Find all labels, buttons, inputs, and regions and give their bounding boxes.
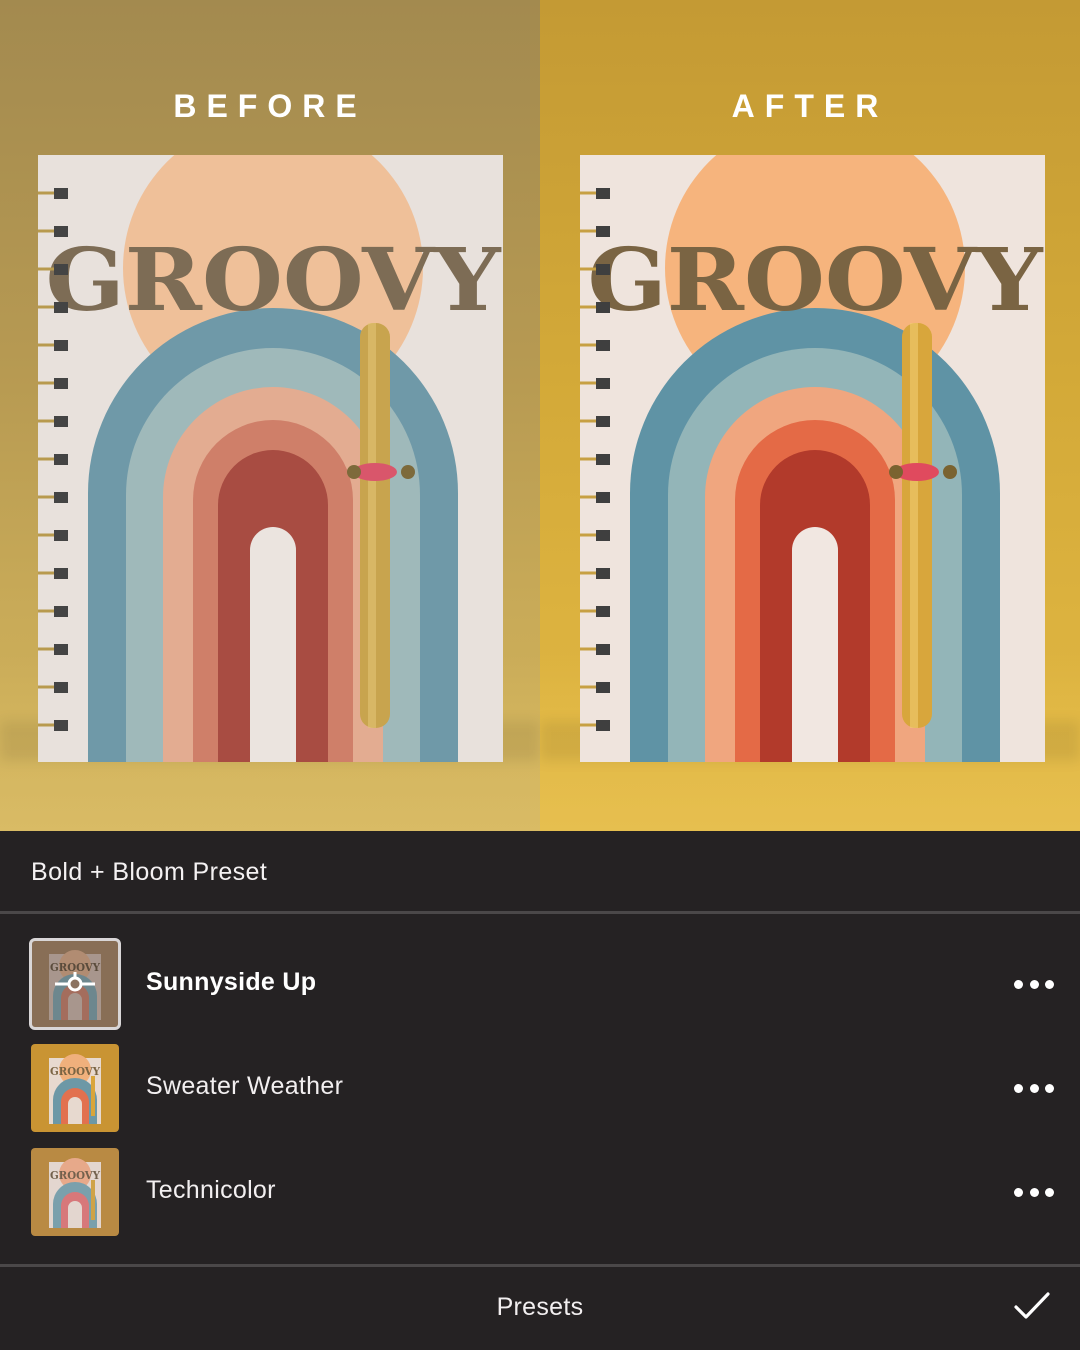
preset-group-title: Bold + Bloom Preset <box>31 858 268 886</box>
preset-thumbnail[interactable]: GROOVY <box>31 1044 119 1132</box>
notebook-photo-after: GROOVY <box>580 155 1045 762</box>
preset-name: Sunnyside Up <box>146 968 317 996</box>
divider <box>0 911 1080 914</box>
adjust-slider-icon <box>55 972 95 992</box>
before-after-preview: BEFORE GROOVY AFTER GROOVY <box>0 0 1080 831</box>
preset-thumbnail[interactable]: GROOVY <box>29 938 121 1030</box>
check-icon[interactable] <box>1012 1286 1052 1326</box>
more-options-icon[interactable] <box>1014 1074 1054 1102</box>
preset-name: Sweater Weather <box>146 1072 344 1100</box>
after-image: AFTER GROOVY <box>540 0 1080 831</box>
preset-thumbnail[interactable]: GROOVY <box>31 1148 119 1236</box>
before-label: BEFORE <box>173 88 367 124</box>
svg-text:GROOVY: GROOVY <box>46 230 503 331</box>
svg-text:GROOVY: GROOVY <box>588 230 1045 331</box>
more-options-icon[interactable] <box>1014 1178 1054 1206</box>
preset-item-sunnyside-up[interactable]: GROOVY Sunnyside Up <box>0 938 1080 1030</box>
preset-item-sweater-weather[interactable]: GROOVY Sweater Weather <box>0 1044 1080 1134</box>
before-image: BEFORE GROOVY <box>0 0 540 831</box>
divider <box>0 1264 1080 1267</box>
more-options-icon[interactable] <box>1014 970 1054 998</box>
after-label: AFTER <box>731 88 889 124</box>
footer-title: Presets <box>496 1293 584 1321</box>
preset-item-technicolor[interactable]: GROOVY Technicolor <box>0 1148 1080 1238</box>
preset-panel: Bold + Bloom Preset GROOVY Sunnyside Up <box>0 831 1080 1350</box>
notebook-photo-before: GROOVY <box>38 155 503 762</box>
preset-name: Technicolor <box>146 1176 276 1204</box>
